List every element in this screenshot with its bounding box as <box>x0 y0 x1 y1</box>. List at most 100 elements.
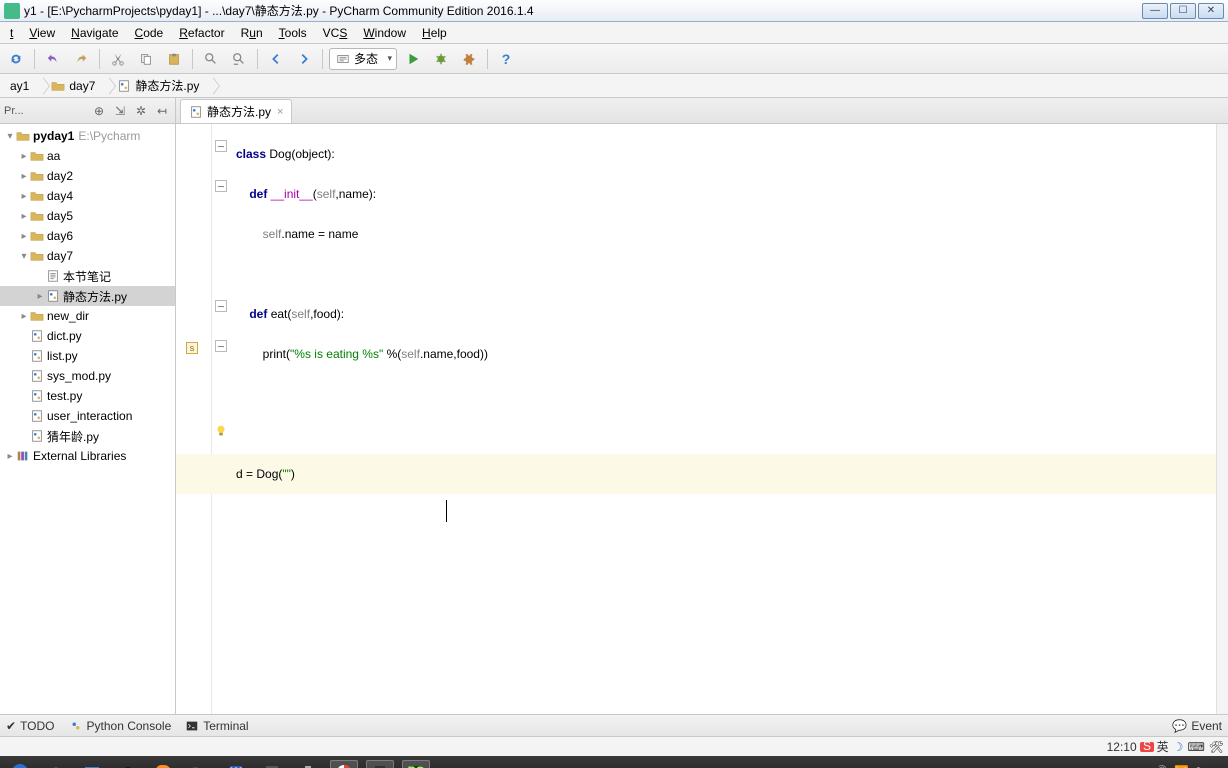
fold-init-icon[interactable] <box>215 180 227 192</box>
copy-icon[interactable] <box>134 47 158 71</box>
tab-file[interactable]: 静态方法.py × <box>180 99 292 123</box>
separator <box>99 49 100 69</box>
taskbar-word-icon[interactable]: W <box>222 760 250 768</box>
taskbar-qq-icon[interactable] <box>114 760 142 768</box>
taskbar-ie-icon[interactable]: e <box>42 760 70 768</box>
status-time: 12:10 <box>1107 740 1137 754</box>
code-body: class Dog(object): def __init__(self,nam… <box>236 134 1208 494</box>
tree-item-day4[interactable]: ▸day4 <box>0 186 175 206</box>
start-button[interactable] <box>6 760 34 768</box>
tree-item-day6[interactable]: ▸day6 <box>0 226 175 246</box>
tree-item-testpy[interactable]: test.py <box>0 386 175 406</box>
ime-lang[interactable]: 英 <box>1157 738 1169 755</box>
gutter-marker-s[interactable]: s <box>186 342 198 354</box>
project-tree[interactable]: ▾pyday1E:\Pycharm▸aa▸day2▸day4▸day5▸day6… <box>0 124 175 714</box>
tree-item-day2[interactable]: ▸day2 <box>0 166 175 186</box>
help-icon[interactable]: ? <box>494 47 518 71</box>
taskbar: e W PC ● 🔊 📶 ⚑ ⊕ <box>0 756 1228 768</box>
app-icon <box>4 3 20 19</box>
forward-icon[interactable] <box>292 47 316 71</box>
taskbar-app3-icon[interactable] <box>366 760 394 768</box>
find-icon[interactable] <box>199 47 223 71</box>
back-icon[interactable] <box>264 47 288 71</box>
taskbar-explorer-icon[interactable] <box>186 760 214 768</box>
titlebar: y1 - [E:\PycharmProjects\pyday1] - ...\d… <box>0 0 1228 22</box>
editor-area: 静态方法.py × s class Dog(object): def __ini… <box>176 98 1228 714</box>
tree-item-day5[interactable]: ▸day5 <box>0 206 175 226</box>
tab-python-console[interactable]: Python Console <box>69 719 172 733</box>
tab-todo[interactable]: ✔TODO <box>6 719 55 733</box>
fold-print-icon[interactable] <box>215 340 227 352</box>
run-config-dropdown[interactable]: 多态 <box>329 48 397 70</box>
redo-icon[interactable] <box>69 47 93 71</box>
taskbar-chrome-icon[interactable] <box>330 760 358 768</box>
tools-icon[interactable]: 🛠 <box>1209 740 1224 754</box>
undo-icon[interactable] <box>41 47 65 71</box>
minimize-button[interactable]: — <box>1142 3 1168 19</box>
ime-icon[interactable]: S <box>1139 739 1155 755</box>
hide-icon[interactable]: ↤ <box>153 102 171 120</box>
code-editor[interactable]: s class Dog(object): def __init__(self,n… <box>176 124 1228 714</box>
project-sidebar: Pr... ⊕ ⇲ ✲ ↤ ▾pyday1E:\Pycharm▸aa▸day2▸… <box>0 98 176 714</box>
window-title: y1 - [E:\PycharmProjects\pyday1] - ...\d… <box>24 2 1142 19</box>
tree-item-ExternalLibraries[interactable]: ▸External Libraries <box>0 446 175 466</box>
locate-icon[interactable]: ⊕ <box>90 102 108 120</box>
taskbar-app2-icon[interactable] <box>294 760 322 768</box>
fold-class-icon[interactable] <box>215 140 227 152</box>
collapse-icon[interactable]: ⇲ <box>111 102 129 120</box>
crumb-root[interactable]: ay1 <box>2 75 43 97</box>
tree-item-py[interactable]: ▸静态方法.py <box>0 286 175 306</box>
replace-icon[interactable] <box>227 47 251 71</box>
tree-item-listpy[interactable]: list.py <box>0 346 175 366</box>
tool-window-bar: ✔TODO Python Console Terminal 💬Event <box>0 714 1228 736</box>
taskbar-firefox-icon[interactable] <box>150 760 178 768</box>
menubar: t View Navigate Code Refactor Run Tools … <box>0 22 1228 44</box>
tree-item-aa[interactable]: ▸aa <box>0 146 175 166</box>
tab-terminal[interactable]: Terminal <box>185 719 248 733</box>
maximize-button[interactable]: ☐ <box>1170 3 1196 19</box>
close-button[interactable]: ✕ <box>1198 3 1224 19</box>
sync-icon[interactable] <box>4 47 28 71</box>
keyboard-icon[interactable]: ⌨ <box>1187 740 1204 754</box>
separator <box>257 49 258 69</box>
tree-item-sys_modpy[interactable]: sys_mod.py <box>0 366 175 386</box>
tab-label: 静态方法.py <box>207 103 271 120</box>
menu-help[interactable]: Help <box>414 24 455 42</box>
menu-vcs[interactable]: VCS <box>315 24 356 42</box>
settings-icon[interactable] <box>457 47 481 71</box>
menu-window[interactable]: Window <box>355 24 414 42</box>
error-stripe[interactable] <box>1216 124 1228 714</box>
tab-close-icon[interactable]: × <box>277 106 283 118</box>
crumb-file[interactable]: 静态方法.py <box>109 75 213 97</box>
editor-tabs: 静态方法.py × <box>176 98 1228 124</box>
paste-icon[interactable] <box>162 47 186 71</box>
tree-item-day7[interactable]: ▾day7 <box>0 246 175 266</box>
window-controls: — ☐ ✕ <box>1142 3 1224 19</box>
tree-item-pyday1[interactable]: ▾pyday1E:\Pycharm <box>0 126 175 146</box>
tree-item-dictpy[interactable]: dict.py <box>0 326 175 346</box>
taskbar-photos-icon[interactable] <box>78 760 106 768</box>
fold-eat-icon[interactable] <box>215 300 227 312</box>
menu-edit[interactable]: t <box>2 24 21 42</box>
cut-icon[interactable] <box>106 47 130 71</box>
main: Pr... ⊕ ⇲ ✲ ↤ ▾pyday1E:\Pycharm▸aa▸day2▸… <box>0 98 1228 714</box>
tree-item-py[interactable]: 猜年龄.py <box>0 426 175 446</box>
tree-item-new_dir[interactable]: ▸new_dir <box>0 306 175 326</box>
intention-bulb-icon[interactable] <box>214 424 228 438</box>
menu-tools[interactable]: Tools <box>271 24 315 42</box>
debug-icon[interactable] <box>429 47 453 71</box>
menu-code[interactable]: Code <box>127 24 172 42</box>
menu-run[interactable]: Run <box>233 24 271 42</box>
menu-refactor[interactable]: Refactor <box>171 24 232 42</box>
gear-icon[interactable]: ✲ <box>132 102 150 120</box>
crumb-folder[interactable]: day7 <box>43 75 109 97</box>
menu-view[interactable]: View <box>21 24 63 42</box>
tab-event-log[interactable]: 💬Event <box>1172 719 1222 733</box>
menu-navigate[interactable]: Navigate <box>63 24 126 42</box>
run-icon[interactable] <box>401 47 425 71</box>
taskbar-pycharm-icon[interactable]: PC <box>402 760 430 768</box>
tree-item-[interactable]: 本节笔记 <box>0 266 175 286</box>
taskbar-app1-icon[interactable] <box>258 760 286 768</box>
tree-item-user_interaction[interactable]: user_interaction <box>0 406 175 426</box>
separator <box>192 49 193 69</box>
